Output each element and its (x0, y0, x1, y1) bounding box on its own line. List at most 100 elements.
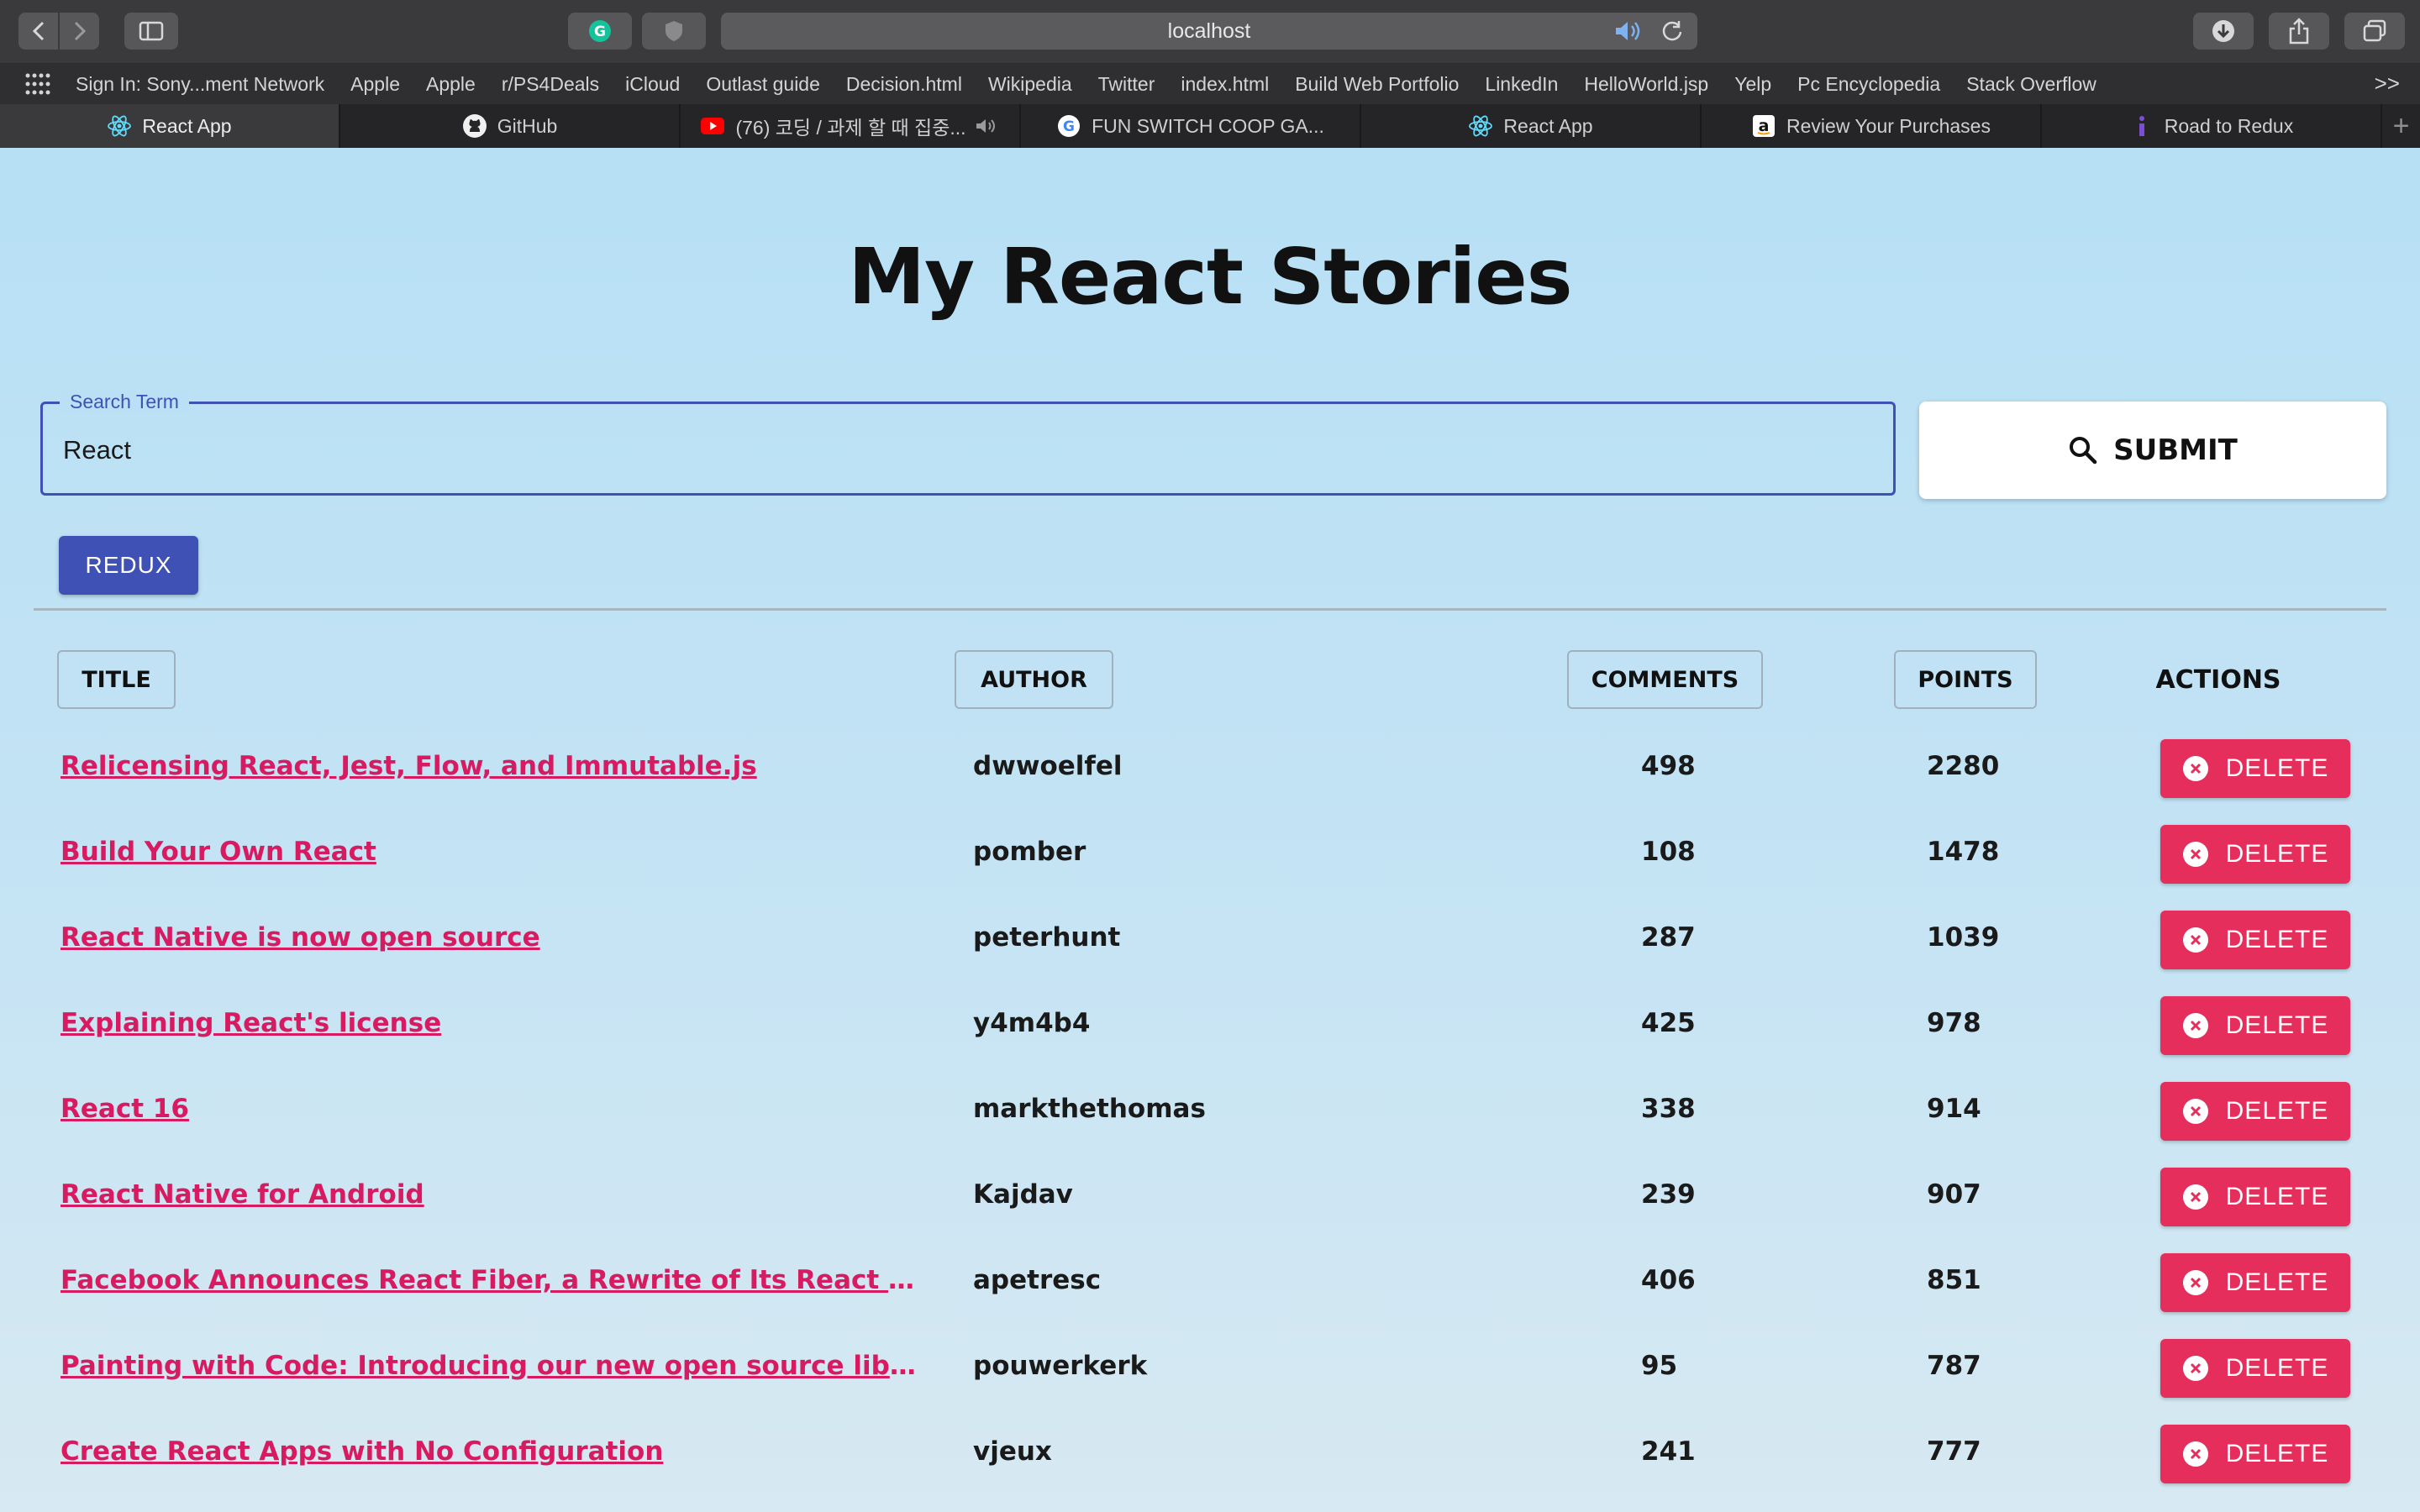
close-circle-icon (2182, 1270, 2208, 1295)
bookmark-item[interactable]: Yelp (1734, 73, 1771, 96)
search-icon (2070, 437, 2097, 465)
downloads-button[interactable] (2193, 13, 2254, 50)
forward-button[interactable] (60, 13, 99, 50)
story-title-link[interactable]: Create React Apps with No Configuration (60, 1436, 926, 1467)
table-row: Facebook Announces React Fiber, a Rewrit… (0, 1242, 2420, 1327)
story-title-link[interactable]: Painting with Code: Introducing our new … (60, 1351, 926, 1381)
tab-amazon[interactable]: a Review Your Purchases (1702, 104, 2042, 148)
bookmark-item[interactable]: Stack Overflow (1966, 73, 2096, 96)
redux-button[interactable]: REDUX (59, 536, 198, 595)
svg-text:G: G (594, 24, 606, 40)
shield-extension-button[interactable] (642, 13, 706, 50)
tab-youtube[interactable]: (76) 코딩 / 과제 할 때 집중... (681, 104, 1021, 148)
bookmark-item[interactable]: Outlast guide (706, 73, 820, 96)
amazon-icon: a (1751, 113, 1776, 139)
tab-road-to-redux[interactable]: Road to Redux (2042, 104, 2382, 148)
submit-button[interactable]: SUBMIT (1919, 402, 2386, 499)
story-points: 777 (1927, 1436, 1981, 1467)
close-circle-icon (2182, 1184, 2208, 1210)
chevron-left-icon (32, 21, 44, 41)
more-bookmarks-button[interactable]: >> (2375, 71, 2400, 97)
delete-label: DELETE (2225, 1011, 2329, 1039)
tab-label: GitHub (497, 114, 558, 137)
tab-overview-button[interactable] (2344, 13, 2405, 50)
delete-button[interactable]: DELETE (2160, 911, 2350, 969)
speaker-icon[interactable] (1613, 19, 1644, 43)
bookmark-item[interactable]: Sign In: Sony...ment Network (76, 73, 324, 96)
story-title-link[interactable]: Facebook Announces React Fiber, a Rewrit… (60, 1265, 926, 1295)
tab-label: React App (1503, 114, 1593, 137)
delete-button[interactable]: DELETE (2160, 1168, 2350, 1226)
story-title-link[interactable]: Relicensing React, Jest, Flow, and Immut… (60, 751, 926, 781)
story-title-link[interactable]: React 16 (60, 1094, 926, 1124)
tab-react-app-2[interactable]: React App (1361, 104, 1702, 148)
bookmark-item[interactable]: Decision.html (846, 73, 962, 96)
github-icon (462, 113, 487, 139)
url-text: localhost (1167, 18, 1251, 43)
new-tab-button[interactable]: + (2382, 104, 2420, 148)
tab-react-app[interactable]: React App (0, 104, 340, 148)
delete-label: DELETE (2225, 1268, 2329, 1296)
grid-icon[interactable] (25, 73, 50, 95)
bookmark-item[interactable]: Build Web Portfolio (1295, 73, 1459, 96)
delete-label: DELETE (2225, 1440, 2329, 1467)
bookmark-item[interactable]: Apple (426, 73, 476, 96)
bookmark-item[interactable]: LinkedIn (1485, 73, 1558, 96)
sort-comments-button[interactable]: COMMENTS (1567, 650, 1763, 709)
tab-google[interactable]: G FUN SWITCH COOP GA... (1021, 104, 1361, 148)
actions-header: ACTIONS (2155, 664, 2281, 695)
delete-button[interactable]: DELETE (2160, 825, 2350, 884)
story-title-link[interactable]: React Native for Android (60, 1179, 926, 1210)
story-points: 978 (1927, 1008, 1981, 1038)
bookmark-item[interactable]: HelloWorld.jsp (1584, 73, 1708, 96)
tab-github[interactable]: GitHub (340, 104, 681, 148)
download-icon (2212, 20, 2234, 42)
delete-label: DELETE (2225, 754, 2329, 782)
delete-button[interactable]: DELETE (2160, 1425, 2350, 1483)
close-circle-icon (2182, 1099, 2208, 1124)
bookmark-item[interactable]: Pc Encyclopedia (1797, 73, 1940, 96)
bookmark-item[interactable]: Wikipedia (988, 73, 1072, 96)
tab-label: React App (142, 114, 232, 137)
sidebar-toggle-button[interactable] (124, 13, 178, 50)
story-comments: 241 (1641, 1436, 1696, 1467)
table-row: React Native for Android Kajdav 239 907 … (0, 1156, 2420, 1242)
sort-title-button[interactable]: TITLE (57, 650, 176, 709)
google-icon: G (1056, 113, 1081, 139)
story-title-link[interactable]: Explaining React's license (60, 1008, 926, 1038)
story-comments: 239 (1641, 1179, 1696, 1210)
reload-icon[interactable] (1660, 19, 1684, 43)
search-input[interactable] (63, 429, 1828, 471)
story-comments: 406 (1641, 1265, 1696, 1295)
bookmark-item[interactable]: index.html (1181, 73, 1269, 96)
bookmark-item[interactable]: r/PS4Deals (502, 73, 599, 96)
sort-author-button[interactable]: AUTHOR (955, 650, 1113, 709)
story-title-link[interactable]: Build Your Own React (60, 837, 926, 867)
table-row: Relicensing React, Jest, Flow, and Immut… (0, 727, 2420, 813)
share-button[interactable] (2269, 13, 2329, 50)
delete-button[interactable]: DELETE (2160, 1339, 2350, 1398)
sort-points-button[interactable]: POINTS (1894, 650, 2037, 709)
bookmark-item[interactable]: Twitter (1098, 73, 1155, 96)
story-points: 851 (1927, 1265, 1981, 1295)
address-bar[interactable]: localhost (721, 13, 1697, 50)
delete-button[interactable]: DELETE (2160, 739, 2350, 798)
delete-button[interactable]: DELETE (2160, 1253, 2350, 1312)
speaker-icon[interactable] (975, 117, 1000, 135)
bookmark-item[interactable]: Apple (350, 73, 400, 96)
story-title-link[interactable]: React Native is now open source (60, 922, 926, 953)
delete-label: DELETE (2225, 840, 2329, 868)
grammarly-extension-button[interactable]: G (568, 13, 632, 50)
react-icon (1468, 113, 1493, 139)
delete-button[interactable]: DELETE (2160, 1082, 2350, 1141)
search-field: Search Term (40, 391, 1896, 496)
delete-button[interactable]: DELETE (2160, 996, 2350, 1055)
table-row: Painting with Code: Introducing our new … (0, 1327, 2420, 1413)
story-author: pomber (973, 837, 1086, 867)
svg-text:G: G (1063, 118, 1075, 135)
back-button[interactable] (18, 13, 58, 50)
bookmark-item[interactable]: iCloud (625, 73, 680, 96)
delete-label: DELETE (2225, 1097, 2329, 1125)
search-label: Search Term (60, 391, 189, 413)
delete-label: DELETE (2225, 1354, 2329, 1382)
